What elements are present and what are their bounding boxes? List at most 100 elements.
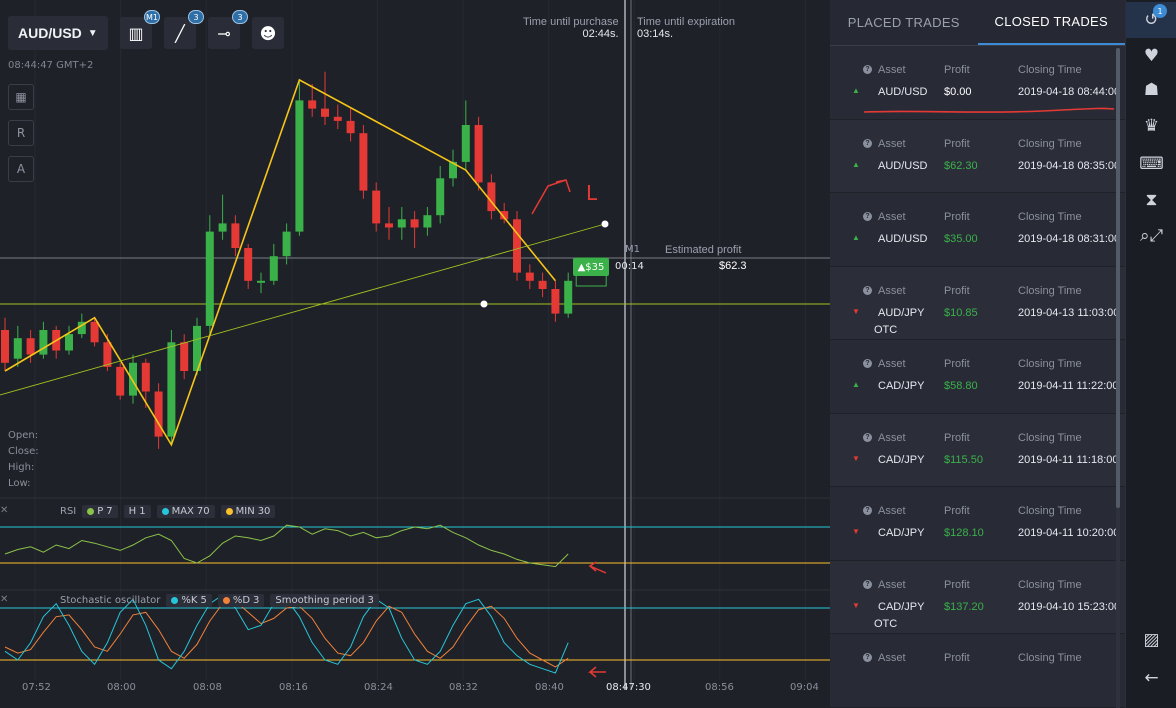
trade-otc-label: OTC xyxy=(874,323,898,336)
open-position-tag[interactable]: ▲ $35 xyxy=(573,258,609,276)
hourglass-icon: ⧗ xyxy=(1145,190,1158,210)
r-button[interactable]: R xyxy=(8,120,34,146)
trade-profit: $10.85 xyxy=(944,306,978,319)
trade-row[interactable]: ? Asset Profit Closing Time ▲ AUD/USD $62.30 20… xyxy=(830,119,1125,193)
rsi-param-h[interactable]: H1 xyxy=(123,505,151,518)
candle-body xyxy=(167,342,176,437)
x-tick: 08:24 xyxy=(364,682,393,693)
col-time-header: Closing Time xyxy=(1018,64,1082,76)
question-icon[interactable]: ? xyxy=(863,359,872,368)
trade-closing-time: 2019-04-13 11:03:00 xyxy=(1018,306,1120,319)
curve-icon: ╱ xyxy=(175,23,185,43)
candle-body xyxy=(410,219,419,228)
trade-profit: $35.00 xyxy=(944,233,978,245)
candle-body xyxy=(218,223,227,232)
candle-body xyxy=(103,342,112,367)
rail-history[interactable]: ↺ 1 xyxy=(1126,2,1176,38)
question-icon[interactable]: ? xyxy=(863,653,872,662)
trade-profit: $128.10 xyxy=(944,527,984,539)
param-value: 3 xyxy=(253,595,260,606)
tab-closed-trades[interactable]: CLOSED TRADES xyxy=(977,0,1125,45)
question-icon[interactable]: ? xyxy=(863,65,872,74)
trade-closing-time: 2019-04-18 08:44:00 xyxy=(1018,86,1121,98)
rail-collapse[interactable]: ← xyxy=(1126,660,1176,696)
asset-selector[interactable]: AUD/USD ▼ xyxy=(8,16,108,50)
indicators-button[interactable]: ╱ 3 xyxy=(164,10,204,49)
closed-trades-list: ? Asset Profit Closing Time ▲ AUD/USD $0.00 201… xyxy=(830,46,1125,708)
stochastic-legend: Stochastic oscillator %K 5 %D 3 Smoothing … xyxy=(60,594,379,607)
trade-row[interactable]: ? Asset Profit Closing Time ▼ AUD/JPY $10.85 20… xyxy=(830,266,1125,340)
stochastic-param-k[interactable]: %K 5 xyxy=(166,594,212,607)
param-value: 1 xyxy=(139,506,146,517)
candle-body xyxy=(397,219,406,228)
trade-row[interactable]: ? Asset Profit Closing Time ▲ CAD/JPY $58.80 20… xyxy=(830,340,1125,414)
trade-row[interactable]: ? Asset Profit Closing Time ▼ CAD/JPY $137.20 2… xyxy=(830,560,1125,634)
ohlc-readout: Open: Close: High: Low: xyxy=(8,428,39,492)
rail-screenshot[interactable]: ▨ xyxy=(1126,622,1176,658)
col-profit-header: Profit xyxy=(944,284,970,297)
back-arrow-icon: ← xyxy=(1144,668,1159,688)
right-icon-rail: ↺ 1 ♥ ☗ ♛ ⌨ ⧗ ⌕⤢ ▨ ← xyxy=(1125,0,1176,708)
direction-down-icon: ▼ xyxy=(852,600,860,610)
rail-health[interactable]: ♥ xyxy=(1126,38,1176,74)
image-icon: ▨ xyxy=(1143,630,1160,650)
x-tick: 07:52 xyxy=(22,682,51,693)
rsi-param-min[interactable]: MIN 30 xyxy=(220,505,276,518)
rail-pending[interactable]: ⧗ xyxy=(1126,182,1176,218)
stochastic-param-smoothing[interactable]: Smoothing period 3 xyxy=(270,594,379,607)
a-button[interactable]: A xyxy=(8,156,34,182)
x-tick: 09:04 xyxy=(790,682,819,693)
gift-button[interactable]: ▦ xyxy=(8,84,34,110)
trade-row[interactable]: ? Asset Profit Closing Time ▲ AUD/USD $35.00 20… xyxy=(830,193,1125,267)
trade-asset: CAD/JPY xyxy=(878,380,925,392)
caret-down-icon: ▼ xyxy=(87,27,98,39)
expiration-timer-value: 03:14s. xyxy=(637,28,674,40)
col-asset-header: Asset xyxy=(878,284,906,297)
open-label: Open: xyxy=(8,430,39,441)
trade-row[interactable]: ? Asset Profit Closing Time xyxy=(830,634,1125,708)
chart-type-button[interactable]: ▥ M1 xyxy=(120,10,160,49)
rsi-param-period[interactable]: P7 xyxy=(82,505,118,518)
trade-row[interactable]: ? Asset Profit Closing Time ▼ CAD/JPY $128.10 2… xyxy=(830,487,1125,561)
high-label: High: xyxy=(8,462,35,473)
trade-closing-time: 2019-04-18 08:31:00 xyxy=(1018,233,1121,245)
candle-body xyxy=(205,231,214,326)
direction-up-icon: ▲ xyxy=(852,233,860,242)
rail-hotkeys[interactable]: ⌨ xyxy=(1126,146,1176,182)
param-label: MAX xyxy=(171,506,194,517)
stochastic-close-icon[interactable]: ✕ xyxy=(0,594,8,605)
annotation-underline xyxy=(863,107,1115,113)
stochastic-param-d[interactable]: %D 3 xyxy=(217,594,265,607)
trade-row[interactable]: ? Asset Profit Closing Time ▼ CAD/JPY $115.50 2… xyxy=(830,413,1125,487)
level-handle xyxy=(480,300,488,308)
question-icon[interactable]: ? xyxy=(863,285,872,295)
trade-closing-time: 2019-04-10 15:23:00 xyxy=(1018,600,1121,613)
col-asset-header: Asset xyxy=(878,578,906,591)
rail-tournaments[interactable]: ♛ xyxy=(1126,108,1176,144)
question-icon[interactable]: ? xyxy=(863,579,872,589)
position-up-icon: ▲ xyxy=(577,261,586,273)
col-profit-header: Profit xyxy=(944,358,970,370)
rail-search[interactable]: ⌕⤢ xyxy=(1126,218,1176,254)
candle-body xyxy=(282,231,291,257)
rsi-param-max[interactable]: MAX 70 xyxy=(156,505,215,518)
stoch-annotation-arrow xyxy=(587,666,606,678)
rsi-close-icon[interactable]: ✕ xyxy=(0,505,8,516)
question-icon[interactable]: ? xyxy=(863,506,872,515)
question-icon[interactable]: ? xyxy=(863,212,872,221)
drawings-button[interactable]: ⊸ 3 xyxy=(208,10,248,49)
candle-body xyxy=(487,182,496,212)
timeframe-label: M1 xyxy=(625,244,640,255)
candle-body xyxy=(321,108,329,117)
col-profit-header: Profit xyxy=(944,137,970,150)
question-icon[interactable]: ? xyxy=(863,138,872,148)
chart-area[interactable]: L AUD/USD ▼ ▥ M1 ╱ 3 ⊸ 3 ☻ 08:44:47 GMT+… xyxy=(0,0,830,708)
expiration-timer-label: Time until expiration xyxy=(637,16,736,28)
question-icon[interactable]: ? xyxy=(863,432,872,442)
tab-placed-trades[interactable]: PLACED TRADES xyxy=(830,0,978,45)
rail-social[interactable]: ☗ xyxy=(1126,72,1176,108)
trade-closing-time: 2019-04-18 08:35:00 xyxy=(1018,159,1121,172)
social-trading-button[interactable]: ☻ xyxy=(252,17,284,49)
annotation-letter: L xyxy=(586,181,598,205)
candles-icon: ▥ xyxy=(128,23,144,43)
